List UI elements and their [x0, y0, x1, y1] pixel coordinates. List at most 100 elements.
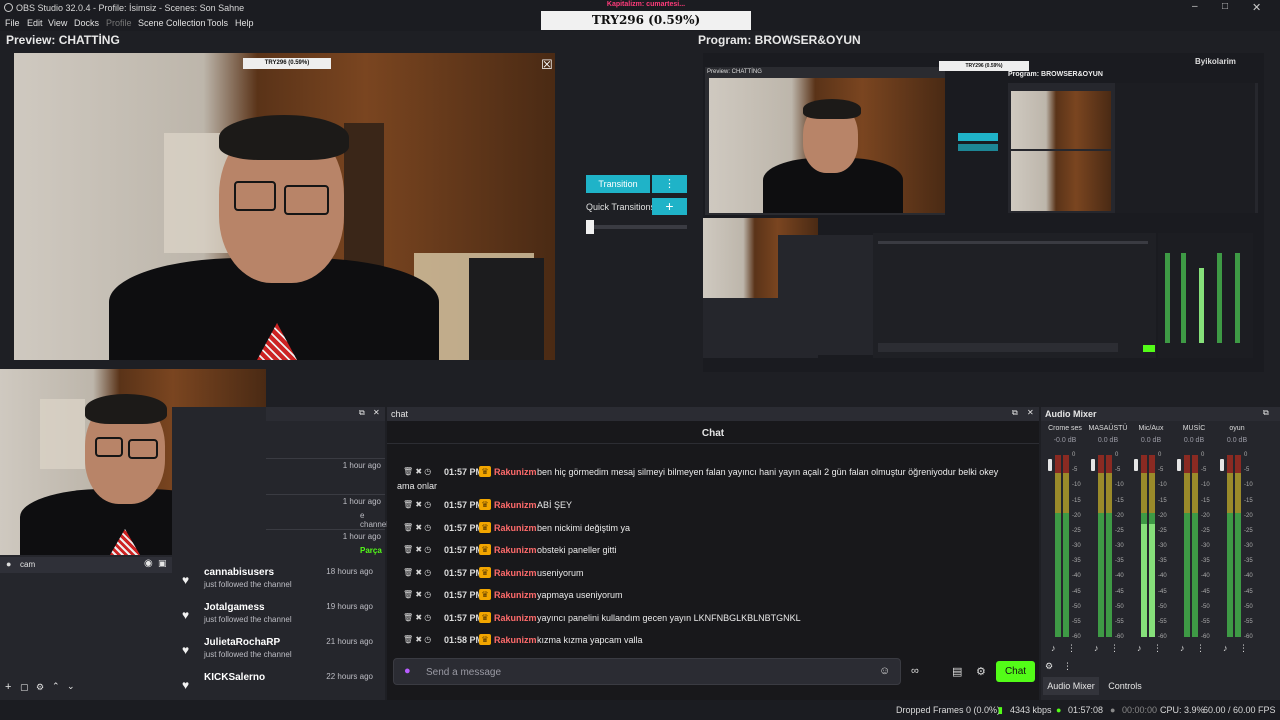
- program-canvas[interactable]: Preview: CHATTİNG TRY296 (0.59%) Program…: [703, 53, 1264, 372]
- db-tick: 0: [1244, 452, 1248, 458]
- preview-close-icon[interactable]: ☒: [541, 57, 553, 73]
- db-tick: -60: [1201, 634, 1210, 640]
- add-quick-transition-icon[interactable]: +: [652, 198, 687, 215]
- transition-menu-icon[interactable]: ⋮: [652, 175, 687, 193]
- points-icon[interactable]: ∞: [911, 665, 919, 677]
- transition-button[interactable]: Transition: [586, 175, 650, 193]
- moderation-icons[interactable]: 🗑 ✖ ◷: [403, 635, 431, 644]
- speaker-icon[interactable]: ♪: [1094, 643, 1099, 653]
- preview-canvas[interactable]: TRY296 (0.59%): [14, 53, 555, 360]
- menu-view[interactable]: View: [48, 18, 67, 28]
- volume-fader[interactable]: [1220, 459, 1224, 471]
- moderation-icons[interactable]: 🗑 ✖ ◷: [403, 500, 431, 509]
- db-tick: -55: [1244, 618, 1253, 625]
- volume-meter: [1055, 455, 1061, 637]
- menu-file[interactable]: File: [5, 18, 20, 28]
- speaker-icon[interactable]: ♪: [1180, 643, 1185, 653]
- chat-username: Rakunizm: [494, 523, 537, 533]
- emoji-icon[interactable]: ☺: [879, 665, 890, 677]
- chat-text: obsteki paneller gitti: [537, 545, 617, 555]
- channel-menu-icon[interactable]: ⋮: [1196, 643, 1205, 654]
- menu-tools[interactable]: Tools: [207, 18, 228, 28]
- move-up-icon[interactable]: ⌃: [52, 681, 60, 692]
- chat-time: 01:57 PM: [444, 467, 484, 477]
- lock-icon[interactable]: ▣: [158, 558, 167, 569]
- microphone-icon[interactable]: ●: [404, 665, 411, 677]
- chat-close-icon[interactable]: ✕: [1027, 408, 1034, 417]
- minimize-icon[interactable]: –: [1192, 1, 1198, 12]
- db-tick: -45: [1201, 588, 1210, 595]
- channel-menu-icon[interactable]: ⋮: [1153, 643, 1162, 654]
- follower-ago: 21 hours ago: [326, 637, 373, 646]
- channel-menu-icon[interactable]: ⋮: [1110, 643, 1119, 654]
- channel-menu-icon[interactable]: ⋮: [1067, 643, 1076, 654]
- source-item-cam[interactable]: ● cam ◉ ▣: [0, 557, 172, 573]
- crown-badge-icon: ♛: [479, 589, 491, 600]
- follower-row: ♥ KICKSalerno 22 hours ago: [172, 670, 377, 698]
- db-tick: -15: [1158, 497, 1167, 504]
- chat-input[interactable]: ● Send a message ☺: [393, 658, 901, 685]
- speaker-icon[interactable]: ♪: [1051, 643, 1056, 653]
- speaker-icon[interactable]: ♪: [1137, 643, 1142, 653]
- gift-icon[interactable]: ▤: [952, 665, 962, 678]
- cpu-usage: CPU: 3.9%: [1160, 705, 1205, 715]
- transition-slider-track[interactable]: [586, 225, 687, 229]
- chat-time: 01:58 PM: [444, 635, 484, 645]
- volume-meter: [1192, 455, 1198, 637]
- db-tick: -25: [1201, 527, 1210, 534]
- follower-sub: just followed the channel: [204, 615, 292, 624]
- add-source-icon[interactable]: +: [5, 681, 11, 693]
- crown-badge-icon: ♛: [479, 499, 491, 510]
- db-tick: -55: [1115, 618, 1124, 625]
- db-tick: -15: [1244, 497, 1253, 504]
- menu-scene-collection[interactable]: Scene Collection: [138, 18, 206, 28]
- volume-fader[interactable]: [1134, 459, 1138, 471]
- menu-docks[interactable]: Docks: [74, 18, 99, 28]
- preview-label: Preview: CHATTİNG: [6, 33, 120, 47]
- moderation-icons[interactable]: 🗑 ✖ ◷: [403, 568, 431, 577]
- mixer-settings-gear-icon[interactable]: ⚙: [1045, 661, 1053, 672]
- menu-help[interactable]: Help: [235, 18, 254, 28]
- event-row: 1 hour ago: [266, 458, 385, 492]
- move-down-icon[interactable]: ⌄: [67, 681, 75, 692]
- events-close-icon[interactable]: ✕: [373, 408, 380, 417]
- db-tick: -5: [1201, 467, 1207, 474]
- moderation-icons[interactable]: 🗑 ✖ ◷: [403, 523, 431, 532]
- speaker-icon[interactable]: ♪: [1223, 643, 1228, 653]
- program-nested-program-label: Program: BROWSER&OYUN: [1008, 71, 1103, 78]
- visibility-eye-icon[interactable]: ◉: [144, 558, 153, 569]
- db-tick: -40: [1244, 573, 1253, 580]
- chat-message: 🗑 ✖ ◷ 01:58 PM ♛ Rakunizm kızma kızma ya…: [387, 634, 1039, 647]
- tab-controls[interactable]: Controls: [1101, 677, 1149, 695]
- mixer-menu-icon[interactable]: ⋮: [1063, 661, 1072, 672]
- program-label: Program: BROWSER&OYUN: [698, 33, 861, 47]
- menu-profile[interactable]: Profile: [106, 18, 132, 28]
- chat-text: ben nickimi değiştim ya: [537, 523, 631, 533]
- volume-fader[interactable]: [1177, 459, 1181, 471]
- remove-source-icon[interactable]: ▢: [20, 682, 29, 693]
- channel-name: MASAÜSTÜ: [1088, 425, 1128, 432]
- follower-name: cannabisusers: [204, 567, 275, 578]
- volume-fader[interactable]: [1091, 459, 1095, 471]
- source-settings-gear-icon[interactable]: ⚙: [36, 682, 44, 693]
- db-tick: -60: [1244, 634, 1253, 640]
- chat-settings-gear-icon[interactable]: ⚙: [976, 665, 986, 678]
- chat-float-icon[interactable]: ⧉: [1012, 408, 1018, 418]
- moderation-icons[interactable]: 🗑 ✖ ◷: [403, 590, 431, 599]
- moderation-icons[interactable]: 🗑 ✖ ◷: [403, 467, 431, 476]
- moderation-icons[interactable]: 🗑 ✖ ◷: [403, 613, 431, 622]
- transition-slider-handle[interactable]: [586, 220, 594, 234]
- chat-username: Rakunizm: [494, 635, 537, 645]
- preview-ticker-value: TRY296 (0.59%): [243, 58, 331, 69]
- tab-audio-mixer[interactable]: Audio Mixer: [1043, 677, 1099, 695]
- events-float-icon[interactable]: ⧉: [359, 408, 365, 418]
- menu-edit[interactable]: Edit: [27, 18, 43, 28]
- volume-fader[interactable]: [1048, 459, 1052, 471]
- maximize-icon[interactable]: □: [1222, 1, 1228, 12]
- chat-send-button[interactable]: Chat: [996, 661, 1035, 682]
- mixer-float-icon[interactable]: ⧉: [1263, 408, 1269, 418]
- close-icon[interactable]: ✕: [1252, 1, 1261, 14]
- program-logo: Byikolarim: [1195, 57, 1236, 66]
- channel-menu-icon[interactable]: ⋮: [1239, 643, 1248, 654]
- moderation-icons[interactable]: 🗑 ✖ ◷: [403, 545, 431, 554]
